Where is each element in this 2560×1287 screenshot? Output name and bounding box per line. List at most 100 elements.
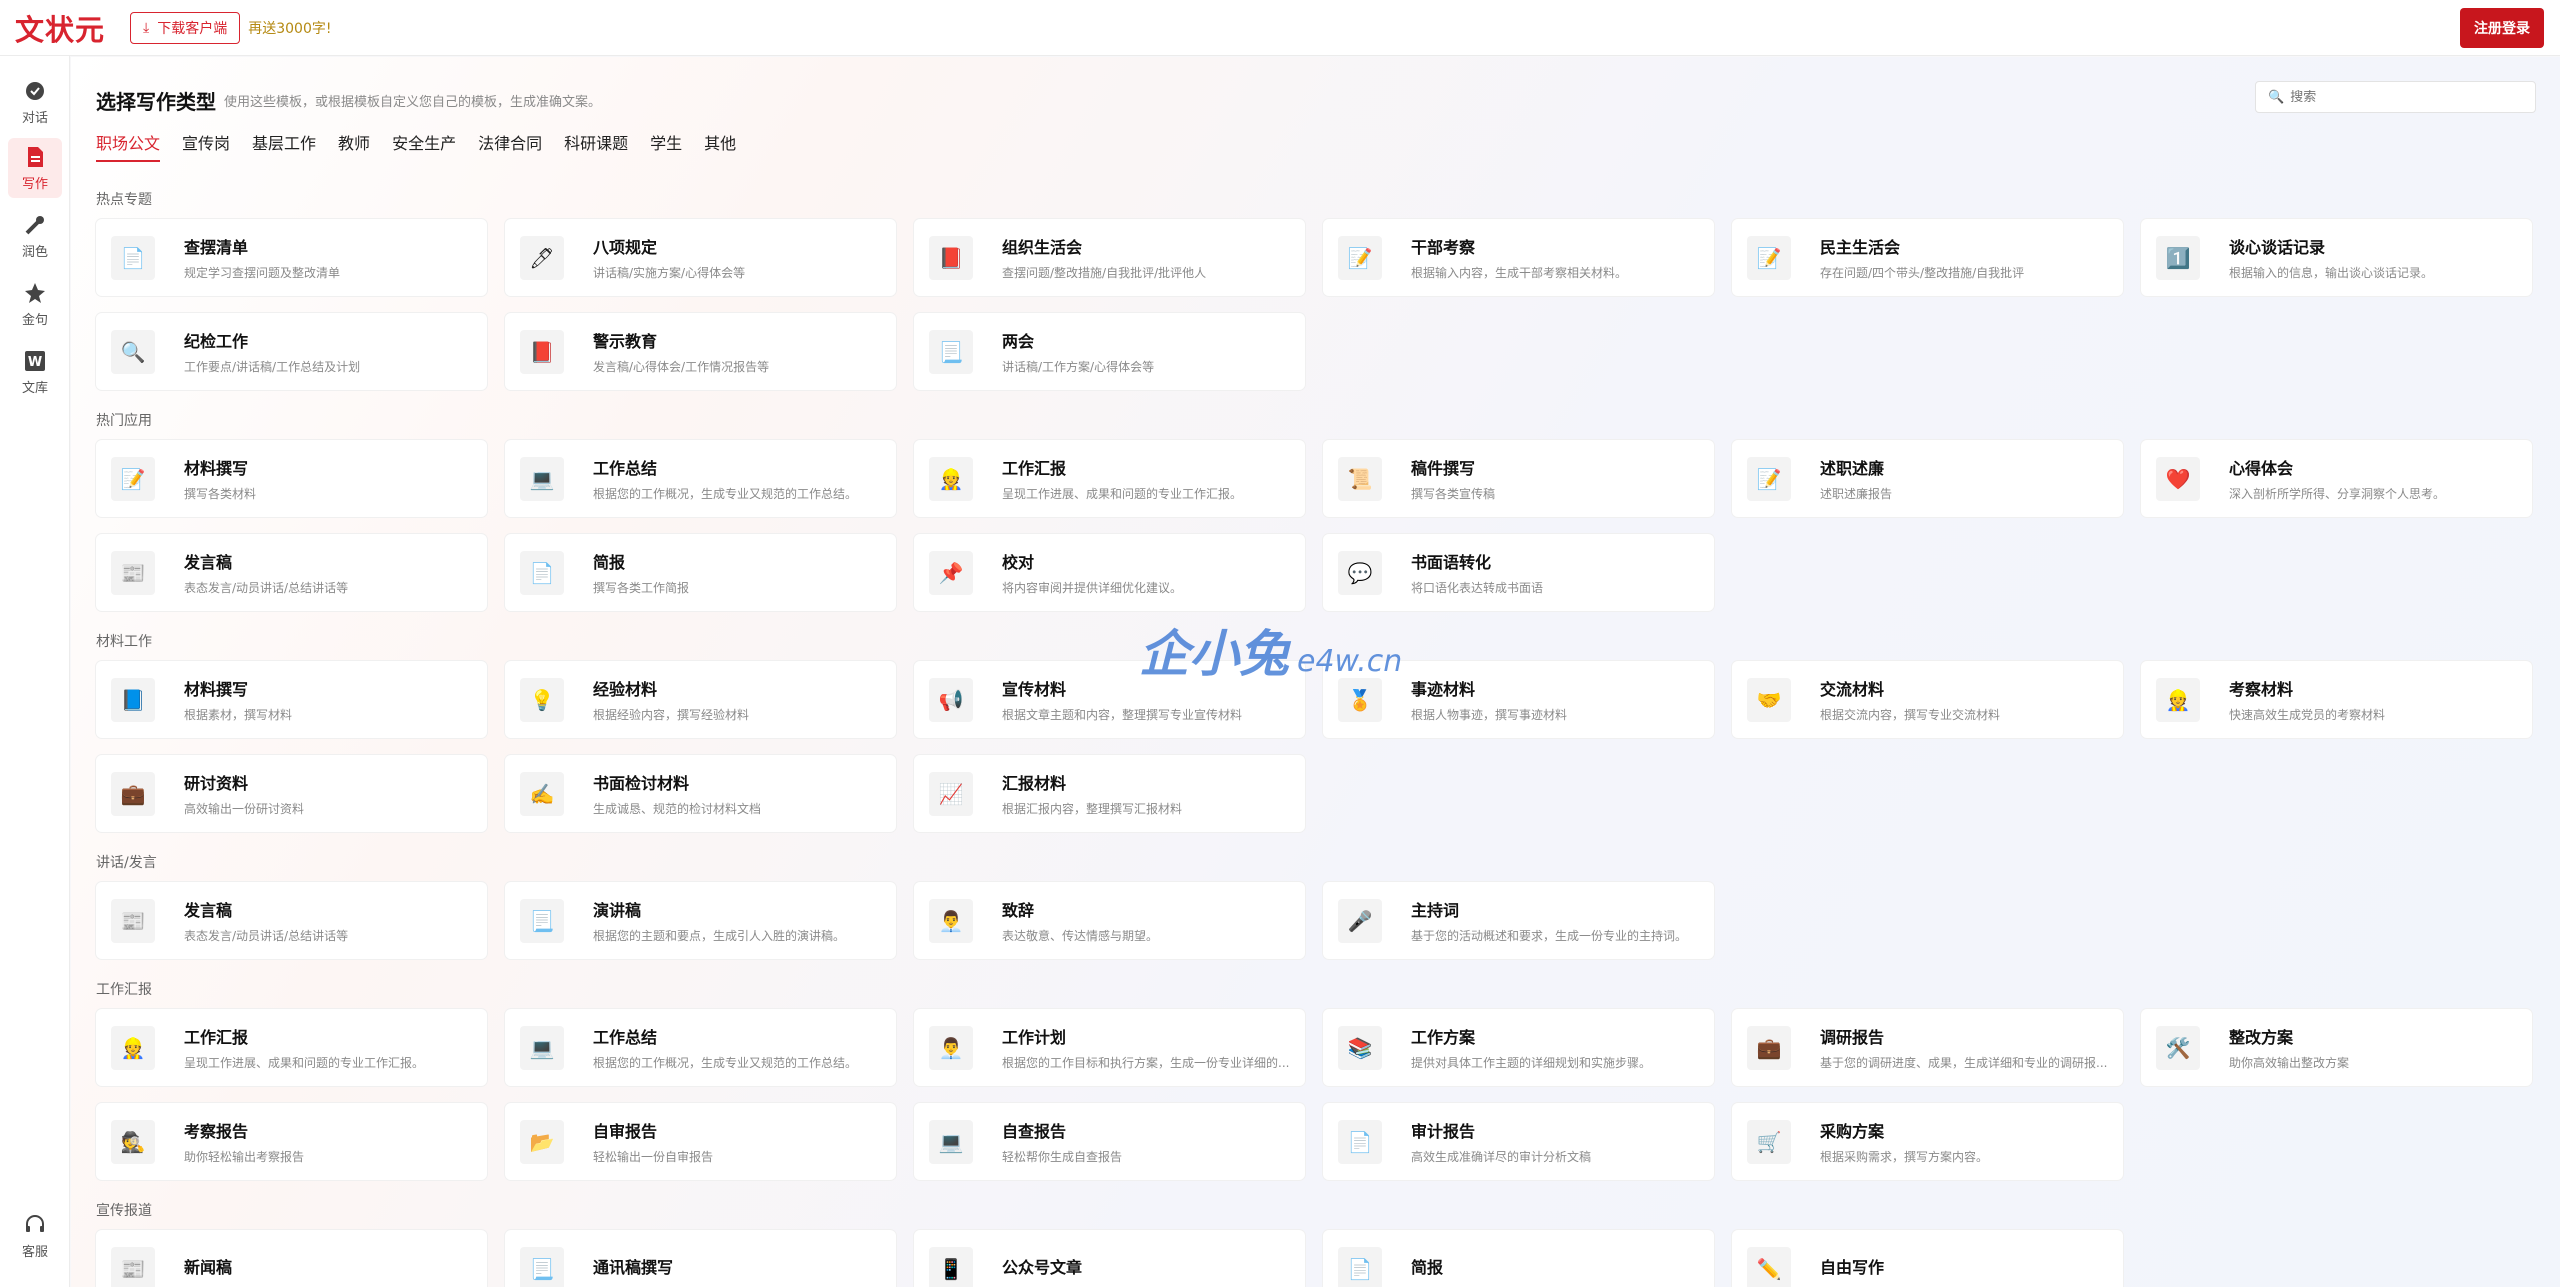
template-card[interactable]: ✏️ 自由写作 — [1732, 1230, 2123, 1287]
template-description: 表态发言/动员讲话/总结讲话等 — [184, 581, 349, 595]
template-description: 深入剖析所学所得、分享洞察个人思考。 — [2229, 487, 2446, 501]
app-logo[interactable]: 文状元 — [15, 7, 105, 49]
template-card[interactable]: 🛠️ 整改方案 助你高效输出整改方案 — [2141, 1009, 2532, 1086]
template-card[interactable]: 📰 新闻稿 — [96, 1230, 487, 1287]
template-description: 讲话稿/实施方案/心得体会等 — [593, 266, 746, 280]
template-card[interactable]: 👨‍💼 致辞 表达敬意、传达情感与期望。 — [914, 882, 1305, 959]
sidebar-item-polish[interactable]: 润色 — [8, 206, 62, 266]
template-description: 根据经验内容，撰写经验材料 — [593, 708, 750, 722]
template-card[interactable]: 🕵️ 考察报告 助你轻松输出考察报告 — [96, 1103, 487, 1180]
template-card[interactable]: 👷 考察材料 快速高效生成党员的考察材料 — [2141, 661, 2532, 738]
template-card[interactable]: 📕 警示教育 发言稿/心得体会/工作情况报告等 — [505, 313, 896, 390]
template-description: 述职述廉报告 — [1820, 487, 1893, 501]
template-title: 自由写作 — [1820, 1257, 1885, 1277]
search-icon: 🔍 — [2268, 89, 2285, 105]
search-input[interactable] — [2290, 89, 2521, 105]
template-description: 根据文章主题和内容，整理撰写专业宣传材料 — [1002, 708, 1243, 722]
template-card[interactable]: 💼 研讨资料 高效输出一份研讨资料 — [96, 755, 487, 832]
template-card[interactable]: 💡 经验材料 根据经验内容，撰写经验材料 — [505, 661, 896, 738]
template-card[interactable]: 📃 演讲稿 根据您的主题和要点，生成引人入胜的演讲稿。 — [505, 882, 896, 959]
template-card[interactable]: 📌 校对 将内容审阅并提供详细优化建议。 — [914, 534, 1305, 611]
template-card[interactable]: 🖊 八项规定 讲话稿/实施方案/心得体会等 — [505, 219, 896, 296]
template-card[interactable]: 💬 书面语转化 将口语化表达转成书面语 — [1323, 534, 1714, 611]
template-card[interactable]: 📂 自审报告 轻松输出一份自审报告 — [505, 1103, 896, 1180]
sidebar-item-quote[interactable]: 金句 — [8, 274, 62, 334]
template-card[interactable]: 💻 工作总结 根据您的工作概况，生成专业又规范的工作总结。 — [505, 440, 896, 517]
tab-2[interactable]: 基层工作 — [252, 130, 316, 162]
template-card[interactable]: 📰 发言稿 表态发言/动员讲话/总结讲话等 — [96, 882, 487, 959]
template-title: 两会 — [1002, 332, 1035, 351]
template-card[interactable]: 📃 两会 讲话稿/工作方案/心得体会等 — [914, 313, 1305, 390]
template-description: 根据采购需求，撰写方案内容。 — [1820, 1150, 1989, 1164]
template-description: 根据您的主题和要点，生成引人入胜的演讲稿。 — [593, 929, 846, 943]
register-login-button[interactable]: 注册登录 — [2460, 8, 2544, 48]
tab-6[interactable]: 科研课题 — [564, 130, 628, 162]
template-card[interactable]: 👨‍💼 工作计划 根据您的工作目标和执行方案，生成一份专业详细的... — [914, 1009, 1305, 1086]
template-card[interactable]: 1️⃣ 谈心谈话记录 根据输入的信息，输出谈心谈话记录。 — [2141, 219, 2532, 296]
template-description: 将内容审阅并提供详细优化建议。 — [1002, 581, 1183, 595]
template-description: 查摆问题/整改措施/自我批评/批评他人 — [1002, 266, 1207, 280]
template-description: 讲话稿/工作方案/心得体会等 — [1002, 360, 1155, 374]
search-box[interactable]: 🔍 — [2255, 81, 2536, 113]
template-card[interactable]: 📄 审计报告 高效生成准确详尽的审计分析文稿 — [1323, 1103, 1714, 1180]
tab-4[interactable]: 安全生产 — [392, 130, 456, 162]
template-title: 自查报告 — [1002, 1122, 1067, 1141]
template-icon: 📄 — [1338, 1119, 1382, 1164]
sidebar-item-customer-service[interactable]: 客服 — [8, 1206, 62, 1266]
template-icon: 💼 — [111, 771, 155, 816]
template-card[interactable]: 👷 工作汇报 呈现工作进展、成果和问题的专业工作汇报。 — [96, 1009, 487, 1086]
template-description: 提供对具体工作主题的详细规划和实施步骤。 — [1411, 1056, 1652, 1070]
template-title: 发言稿 — [184, 901, 233, 920]
tab-5[interactable]: 法律合同 — [478, 130, 542, 162]
template-card[interactable]: 💻 自查报告 轻松帮你生成自查报告 — [914, 1103, 1305, 1180]
template-card[interactable]: 📰 发言稿 表态发言/动员讲话/总结讲话等 — [96, 534, 487, 611]
download-client-button[interactable]: ⤓ 下载客户端 — [130, 11, 241, 44]
template-card[interactable]: 👷 工作汇报 呈现工作进展、成果和问题的专业工作汇报。 — [914, 440, 1305, 517]
template-icon: 📰 — [111, 550, 155, 595]
template-icon: 📄 — [520, 550, 564, 595]
template-icon: 👨‍💼 — [929, 1025, 973, 1070]
section-label: 材料工作 — [96, 634, 152, 650]
tab-0[interactable]: 职场公文 — [96, 130, 161, 162]
template-description: 高效生成准确详尽的审计分析文稿 — [1411, 1150, 1592, 1164]
template-title: 主持词 — [1411, 901, 1460, 920]
template-card[interactable]: 📘 材料撰写 根据素材，撰写材料 — [96, 661, 487, 738]
tab-7[interactable]: 学生 — [650, 130, 682, 162]
template-card[interactable]: 📚 工作方案 提供对具体工作主题的详细规划和实施步骤。 — [1323, 1009, 1714, 1086]
template-card[interactable]: 🎤 主持词 基于您的活动概述和要求，生成一份专业的主持词。 — [1323, 882, 1714, 959]
template-card[interactable]: 📜 稿件撰写 撰写各类宣传稿 — [1323, 440, 1714, 517]
template-card[interactable]: 📈 汇报材料 根据汇报内容，整理撰写汇报材料 — [914, 755, 1305, 832]
template-card[interactable]: 📄 简报 撰写各类工作简报 — [505, 534, 896, 611]
tab-3[interactable]: 教师 — [338, 130, 370, 162]
template-icon: 📄 — [111, 235, 155, 280]
template-description: 根据人物事迹，撰写事迹材料 — [1411, 708, 1568, 722]
template-card[interactable]: 💼 调研报告 基于您的调研进度、成果，生成详细和专业的调研报... — [1732, 1009, 2123, 1086]
template-card[interactable]: 📱 公众号文章 — [914, 1230, 1305, 1287]
template-title: 材料撰写 — [184, 459, 249, 478]
template-card[interactable]: ✍️ 书面检讨材料 生成诚恳、规范的检讨材料文档 — [505, 755, 896, 832]
template-icon: 👷 — [111, 1025, 155, 1070]
template-title: 简报 — [1411, 1257, 1444, 1277]
template-title: 干部考察 — [1411, 238, 1476, 257]
tab-8[interactable]: 其他 — [704, 130, 736, 162]
template-card[interactable]: 📕 组织生活会 查摆问题/整改措施/自我批评/批评他人 — [914, 219, 1305, 296]
template-card[interactable]: 💻 工作总结 根据您的工作概况，生成专业又规范的工作总结。 — [505, 1009, 896, 1086]
sidebar-item-write[interactable]: 写作 — [8, 138, 62, 198]
template-description: 轻松帮你生成自查报告 — [1002, 1150, 1123, 1164]
template-card[interactable]: 📄 查摆清单 规定学习查摆问题及整改清单 — [96, 219, 487, 296]
tab-1[interactable]: 宣传岗 — [182, 130, 230, 162]
template-card[interactable]: 🔍 纪检工作 工作要点/讲话稿/工作总结及计划 — [96, 313, 487, 390]
template-card[interactable]: 📄 简报 — [1323, 1230, 1714, 1287]
sidebar-item-chat[interactable]: 对话 — [8, 72, 62, 132]
template-card[interactable]: 📝 材料撰写 撰写各类材料 — [96, 440, 487, 517]
template-card[interactable]: 📝 干部考察 根据输入内容，生成干部考察相关材料。 — [1323, 219, 1714, 296]
template-card[interactable]: 📝 述职述廉 述职述廉报告 — [1732, 440, 2123, 517]
template-card[interactable]: 📃 通讯稿撰写 — [505, 1230, 896, 1287]
sidebar-item-library[interactable]: W 文库 — [8, 342, 62, 402]
template-icon: 🛠️ — [2156, 1025, 2200, 1070]
template-card[interactable]: 🤝 交流材料 根据交流内容，撰写专业交流材料 — [1732, 661, 2123, 738]
template-card[interactable]: 🛒 采购方案 根据采购需求，撰写方案内容。 — [1732, 1103, 2123, 1180]
template-card[interactable]: 📝 民主生活会 存在问题/四个带头/整改措施/自我批评 — [1732, 219, 2123, 296]
template-icon: 📝 — [1747, 456, 1791, 501]
template-card[interactable]: ❤️ 心得体会 深入剖析所学所得、分享洞察个人思考。 — [2141, 440, 2532, 517]
